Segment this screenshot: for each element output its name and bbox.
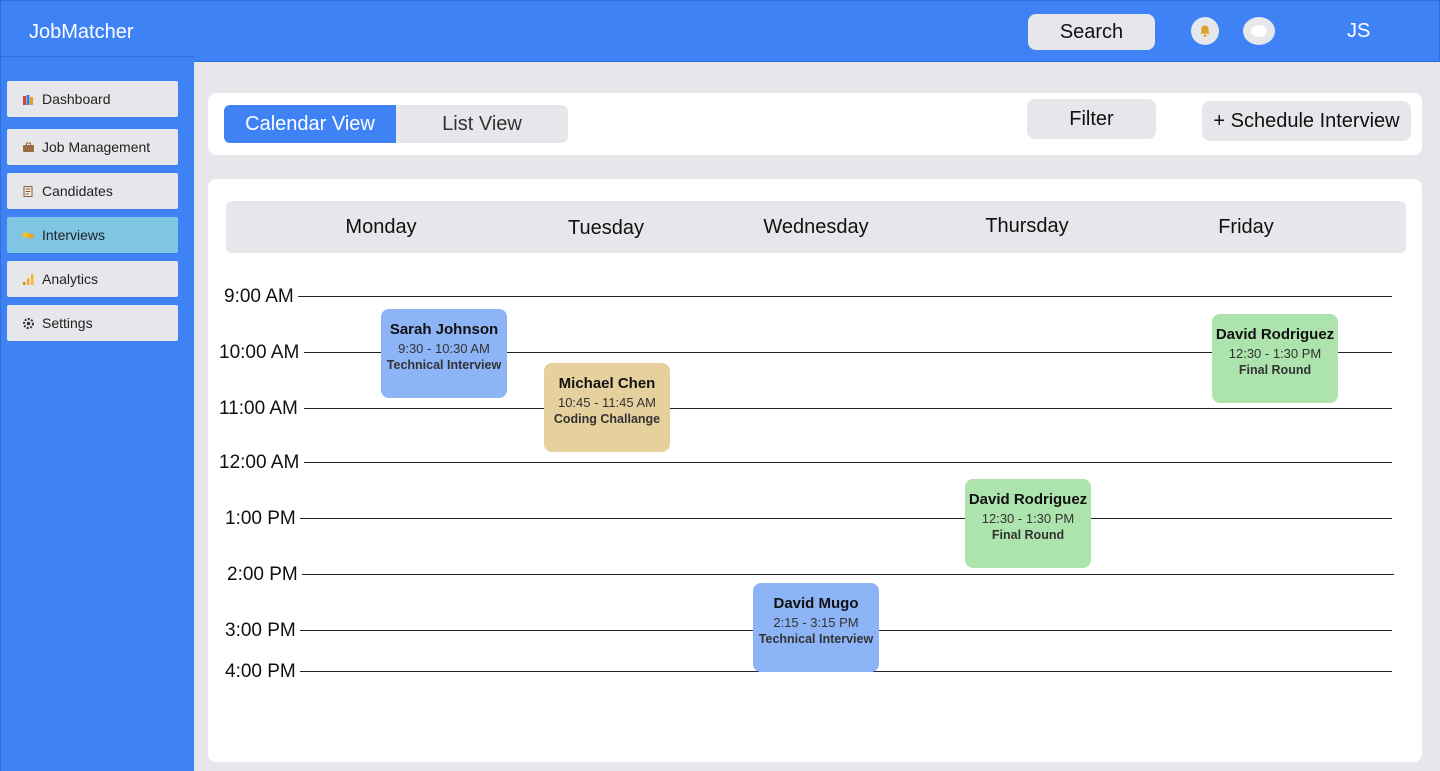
event-type: Final Round: [1238, 363, 1312, 377]
hour-gridline: [300, 518, 1392, 519]
tab-list-view[interactable]: List View: [396, 105, 568, 143]
calendar-panel: [208, 179, 1422, 762]
day-header-thursday: Thursday: [985, 215, 1069, 237]
filter-button[interactable]: Filter: [1027, 99, 1156, 139]
event-time: 10:45 - 11:45 AM: [557, 395, 657, 410]
sidebar-item-label: Analytics: [42, 271, 99, 287]
interview-event-card[interactable]: Michael Chen 10:45 - 11:45 AM Coding Cha…: [544, 363, 670, 452]
sidebar-item-candidates[interactable]: Candidates: [7, 173, 178, 209]
event-time: 12:30 - 1:30 PM: [981, 511, 1075, 526]
time-label: 10:00 AM: [219, 342, 300, 363]
chat-icon[interactable]: [1243, 17, 1275, 45]
sidebar-item-label: Dashboard: [42, 91, 111, 107]
time-label: 3:00 PM: [225, 620, 296, 641]
hour-gridline: [302, 574, 1394, 575]
schedule-interview-button[interactable]: + Schedule Interview: [1202, 101, 1411, 141]
event-candidate-name: David Mugo: [773, 595, 859, 612]
hour-gridline: [304, 462, 1392, 463]
sidebar-item-label: Interviews: [42, 227, 106, 243]
day-header-wednesday: Wednesday: [763, 216, 869, 238]
event-time: 2:15 - 3:15 PM: [773, 615, 859, 630]
search-button[interactable]: Search: [1028, 14, 1155, 50]
sidebar-item-interviews[interactable]: Interviews: [7, 217, 178, 253]
time-label: 11:00 AM: [219, 398, 298, 419]
interview-event-card[interactable]: David Rodriguez 12:30 - 1:30 PM Final Ro…: [965, 479, 1091, 568]
time-label: 1:00 PM: [225, 508, 296, 529]
handshake-icon: [21, 228, 35, 242]
briefcase-icon: [21, 140, 35, 154]
event-candidate-name: Michael Chen: [558, 375, 656, 392]
books-icon: [21, 92, 35, 106]
event-type: Technical Interview: [758, 632, 874, 646]
sidebar-item-label: Job Management: [42, 139, 151, 155]
bar-chart-icon: [21, 272, 35, 286]
sidebar-item-label: Candidates: [42, 183, 113, 199]
event-time: 9:30 - 10:30 AM: [398, 341, 490, 356]
event-type: Coding Challange: [553, 412, 661, 426]
user-avatar[interactable]: JS: [1347, 20, 1370, 43]
sidebar-item-analytics[interactable]: Analytics: [7, 261, 178, 297]
hour-gridline: [298, 296, 1392, 297]
sidebar-item-label: Settings: [42, 315, 93, 331]
event-candidate-name: Sarah Johnson: [389, 321, 499, 338]
sidebar-item-job-management[interactable]: Job Management: [7, 129, 178, 165]
bell-icon[interactable]: [1191, 17, 1219, 45]
chat-bubble-shape: [1251, 25, 1267, 37]
event-candidate-name: David Rodriguez: [1215, 326, 1335, 343]
time-label: 4:00 PM: [225, 661, 296, 682]
interview-event-card[interactable]: David Mugo 2:15 - 3:15 PM Technical Inte…: [753, 583, 879, 672]
top-bar: JobMatcher Search JS: [0, 0, 1440, 62]
sidebar-item-dashboard[interactable]: Dashboard: [7, 81, 178, 117]
sidebar-item-settings[interactable]: Settings: [7, 305, 178, 341]
bell-glyph: [1200, 25, 1210, 37]
time-label: 9:00 AM: [224, 286, 294, 307]
interview-event-card[interactable]: David Rodriguez 12:30 - 1:30 PM Final Ro…: [1212, 314, 1338, 403]
memo-icon: [21, 184, 35, 198]
tab-calendar-view[interactable]: Calendar View: [224, 105, 396, 143]
event-type: Technical Interview: [386, 358, 502, 372]
event-time: 12:30 - 1:30 PM: [1228, 346, 1322, 361]
gear-icon: [21, 316, 35, 330]
day-header-friday: Friday: [1218, 216, 1274, 238]
interview-event-card[interactable]: Sarah Johnson 9:30 - 10:30 AM Technical …: [381, 309, 507, 398]
time-label: 12:00 AM: [219, 452, 300, 473]
hour-gridline: [304, 408, 1392, 409]
event-candidate-name: David Rodriguez: [968, 491, 1088, 508]
app-title[interactable]: JobMatcher: [29, 21, 134, 44]
day-header-monday: Monday: [345, 216, 417, 238]
day-header-tuesday: Tuesday: [568, 217, 644, 239]
event-type: Final Round: [991, 528, 1065, 542]
time-label: 2:00 PM: [227, 564, 298, 585]
